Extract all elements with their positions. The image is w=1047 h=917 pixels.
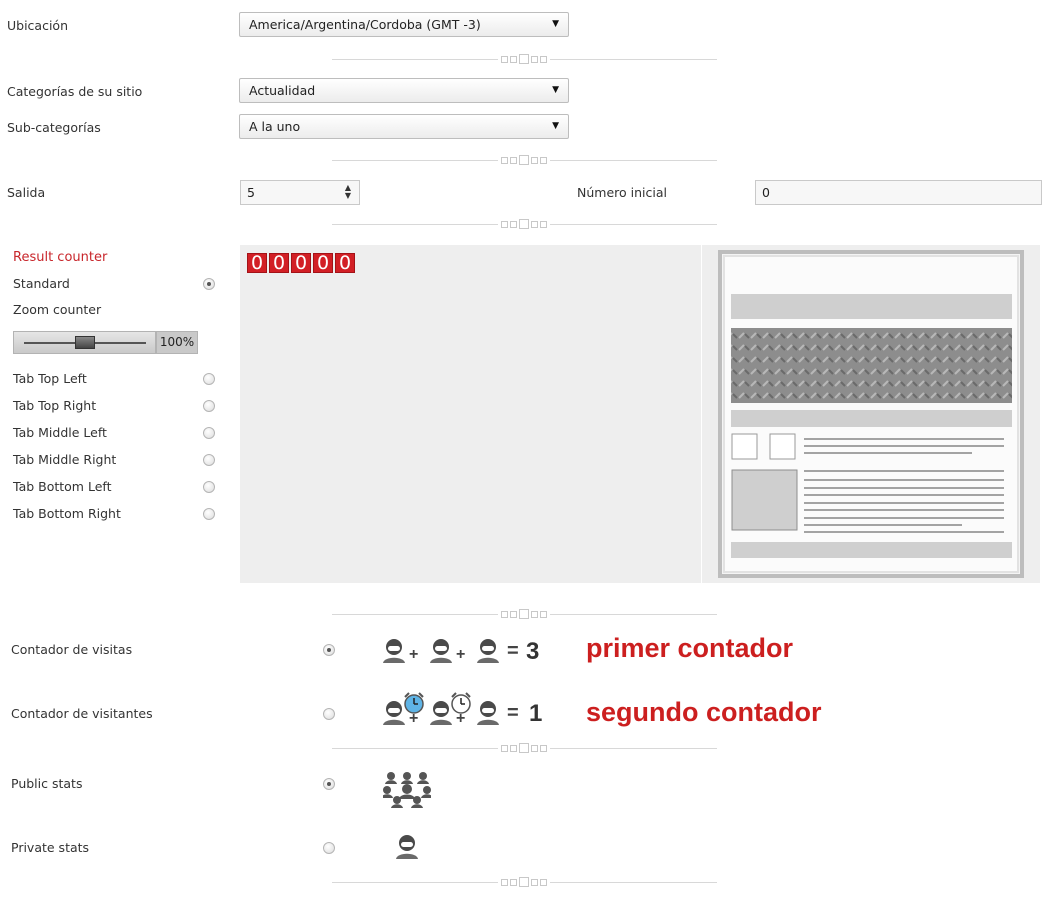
person-icon (477, 701, 499, 725)
result-counter-title: Result counter (13, 250, 108, 265)
group-icon (383, 772, 431, 808)
webpage-mockup-icon (718, 250, 1024, 578)
public-stats-label: Public stats (11, 776, 83, 791)
tab-top-left-radio[interactable] (203, 373, 215, 385)
counter-preview: 0 0 0 0 0 (240, 245, 701, 583)
visitors-equation: + + = 1 (380, 692, 550, 730)
private-stats-radio[interactable] (323, 842, 335, 854)
slider-handle[interactable] (75, 336, 95, 349)
private-stats-label: Private stats (11, 840, 90, 855)
subcategories-value: A la uno (249, 119, 301, 134)
chevron-down-icon: ▼ (552, 121, 559, 131)
visits-equation: + + = 3 (380, 636, 550, 668)
chevron-down-icon: ▼ (552, 19, 559, 29)
zoom-slider[interactable] (13, 331, 156, 354)
subcategories-label: Sub-categorías (7, 120, 101, 135)
tab-middle-left-label: Tab Middle Left (13, 425, 107, 440)
person-icon (430, 639, 452, 663)
equals-icon: = (507, 702, 519, 724)
public-stats-radio[interactable] (323, 778, 335, 790)
spinner-arrows-icon[interactable]: ▲ ▼ (345, 184, 351, 200)
separator-ornament-icon (498, 219, 550, 229)
visits-note: primer contador (586, 633, 794, 663)
output-label: Salida (7, 185, 46, 200)
location-select[interactable]: America/Argentina/Cordoba (GMT -3) ▼ (239, 12, 569, 37)
plus-icon: + (409, 710, 419, 727)
initial-number-input[interactable]: 0 (755, 180, 1042, 205)
categories-value: Actualidad (249, 83, 316, 98)
visits-counter-label: Contador de visitas (11, 642, 133, 657)
initial-number-value: 0 (762, 185, 770, 200)
equals-icon: = (507, 640, 519, 662)
counter-digit: 0 (247, 253, 267, 273)
visitors-result: 1 (529, 700, 543, 727)
counter-digit: 0 (313, 253, 333, 273)
counter-digit: 0 (335, 253, 355, 273)
tab-middle-right-radio[interactable] (203, 454, 215, 466)
separator-ornament-icon (498, 155, 550, 165)
subcategories-select[interactable]: A la uno ▼ (239, 114, 569, 139)
tab-top-right-radio[interactable] (203, 400, 215, 412)
person-icon (396, 835, 418, 859)
tab-bottom-right-label: Tab Bottom Right (13, 506, 121, 521)
chevron-down-icon: ▼ (552, 85, 559, 95)
visitors-counter-label: Contador de visitantes (11, 706, 153, 721)
visits-counter-radio[interactable] (323, 644, 335, 656)
person-icon (383, 639, 405, 663)
tab-middle-left-radio[interactable] (203, 427, 215, 439)
page-position-preview (702, 245, 1040, 583)
plus-icon: + (409, 646, 419, 663)
counter-digit: 0 (269, 253, 289, 273)
zoom-value: 100% (156, 331, 198, 354)
standard-label: Standard (13, 276, 70, 291)
location-label: Ubicación (7, 18, 69, 33)
separator-ornament-icon (498, 877, 550, 887)
categories-label: Categorías de su sitio (7, 84, 143, 99)
location-value: America/Argentina/Cordoba (GMT -3) (249, 17, 481, 32)
tab-top-right-label: Tab Top Right (13, 398, 97, 413)
zoom-label: Zoom counter (13, 302, 102, 317)
separator-ornament-icon (498, 54, 550, 64)
separator-ornament-icon (498, 743, 550, 753)
separator-ornament-icon (498, 609, 550, 619)
tab-bottom-left-radio[interactable] (203, 481, 215, 493)
tab-bottom-right-radio[interactable] (203, 508, 215, 520)
counter-digit: 0 (291, 253, 311, 273)
tab-top-left-label: Tab Top Left (13, 371, 87, 386)
output-stepper[interactable]: 5 ▲ ▼ (240, 180, 360, 205)
plus-icon: + (456, 710, 466, 727)
categories-select[interactable]: Actualidad ▼ (239, 78, 569, 103)
output-value: 5 (247, 185, 255, 200)
initial-number-label: Número inicial (577, 185, 667, 200)
counter-digits: 0 0 0 0 0 (247, 253, 355, 273)
plus-icon: + (456, 646, 466, 663)
tab-bottom-left-label: Tab Bottom Left (13, 479, 112, 494)
visits-result: 3 (526, 638, 540, 665)
visitors-note: segundo contador (586, 697, 822, 727)
standard-radio[interactable] (203, 278, 215, 290)
visitors-counter-radio[interactable] (323, 708, 335, 720)
person-icon (477, 639, 499, 663)
tab-middle-right-label: Tab Middle Right (13, 452, 117, 467)
